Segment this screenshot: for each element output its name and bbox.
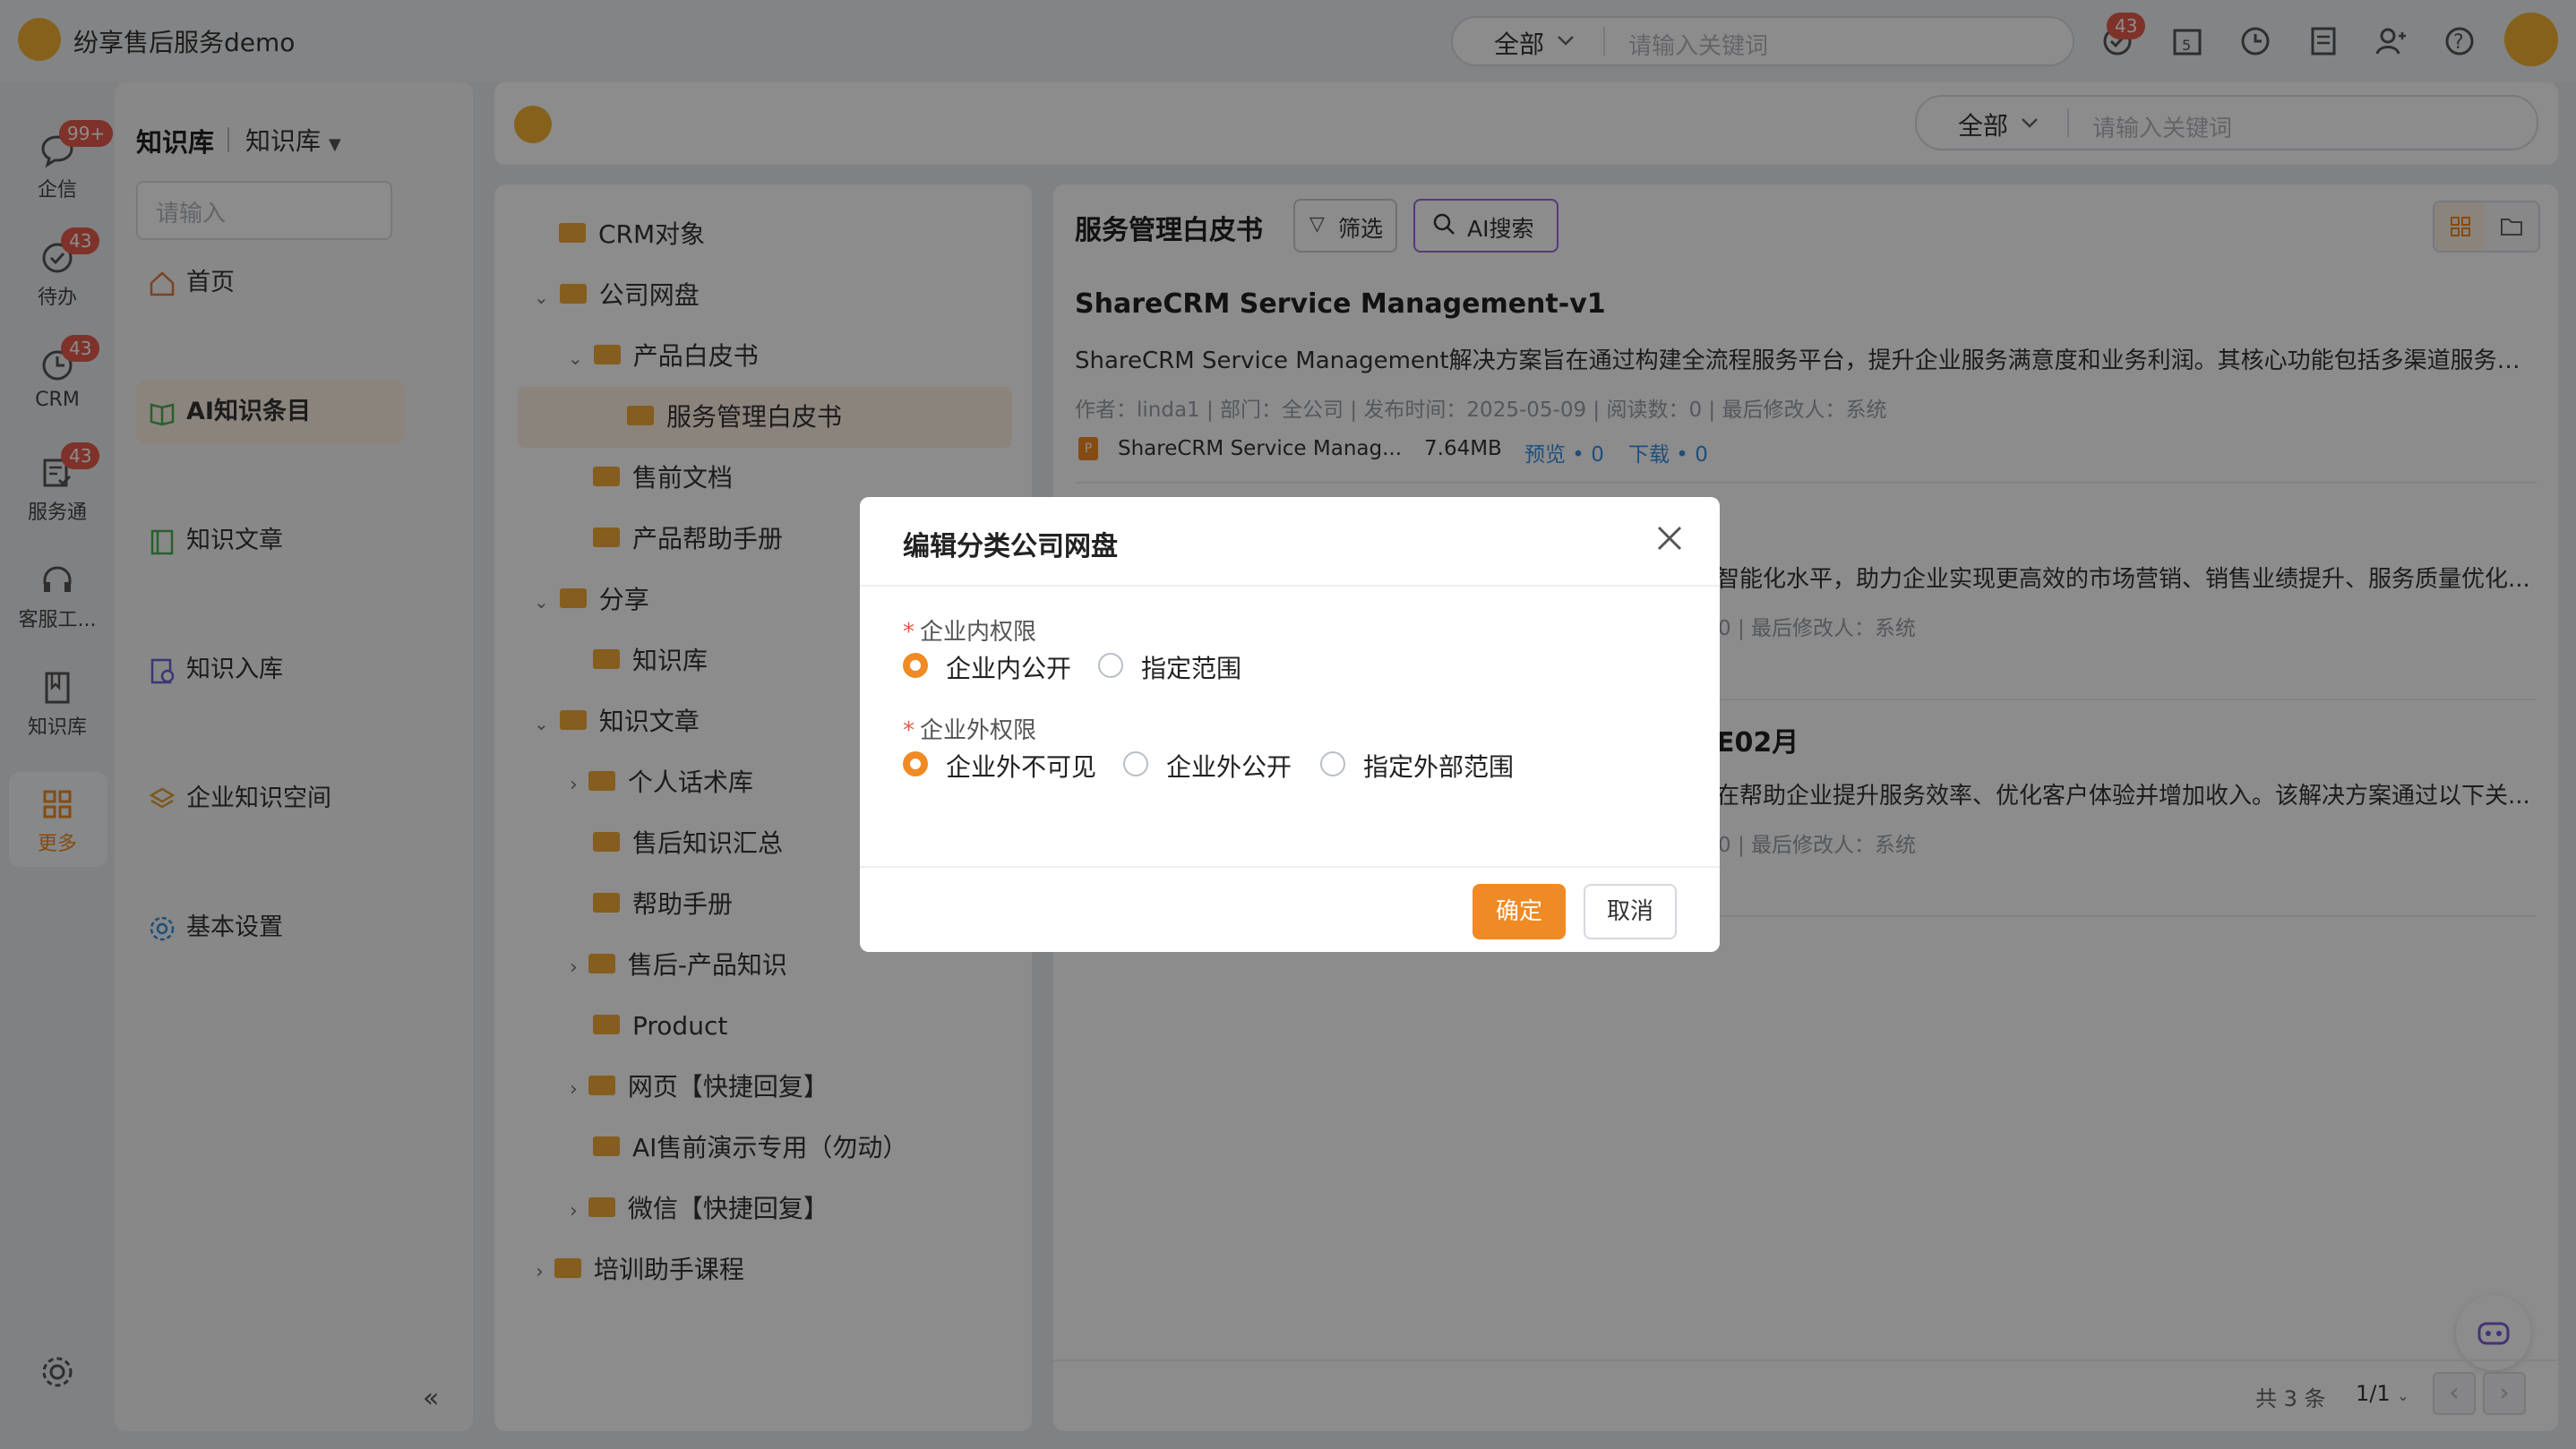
- external-permission-label: * 企业外权限: [903, 717, 1037, 744]
- internal-option-range[interactable]: 指定范围: [1098, 649, 1241, 685]
- close-icon[interactable]: [1655, 524, 1684, 553]
- internal-option-public[interactable]: 企业内公开: [903, 649, 1071, 685]
- radio-checked[interactable]: [903, 751, 928, 776]
- external-option-range[interactable]: 指定外部范围: [1320, 748, 1514, 784]
- confirm-button[interactable]: 确定: [1473, 884, 1566, 939]
- internal-permission-label: * 企业内权限: [903, 619, 1037, 646]
- radio-checked[interactable]: [903, 653, 928, 678]
- external-option-invisible[interactable]: 企业外不可见: [903, 748, 1096, 784]
- cancel-button[interactable]: 取消: [1584, 884, 1677, 939]
- radio-unchecked[interactable]: [1123, 751, 1148, 776]
- external-option-public[interactable]: 企业外公开: [1123, 748, 1292, 784]
- radio-unchecked[interactable]: [1320, 751, 1345, 776]
- radio-unchecked[interactable]: [1098, 653, 1123, 678]
- edit-category-dialog: 编辑分类公司网盘 * 企业内权限 企业内公开 指定范围 * 企业外权限 企业外不可见…: [860, 497, 1720, 952]
- dialog-title: 编辑分类公司网盘: [903, 531, 1118, 562]
